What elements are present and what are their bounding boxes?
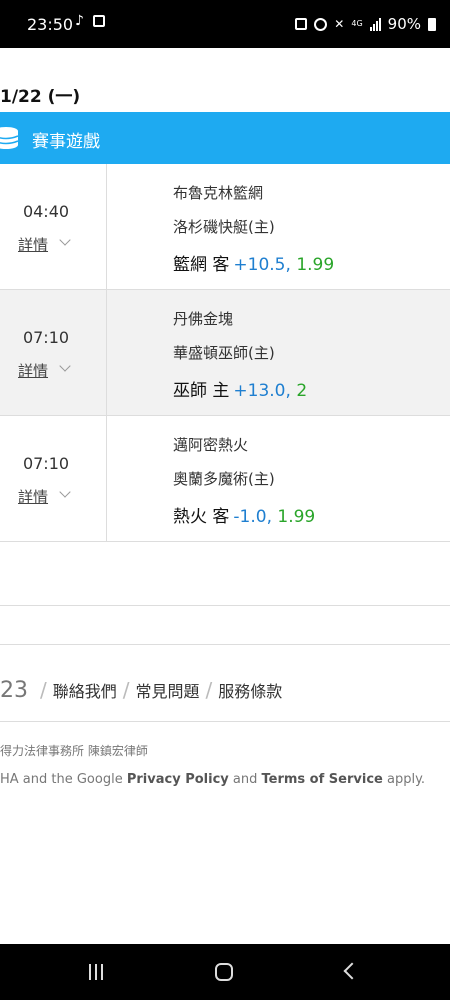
pick-team: 熱火 客 [173,507,230,527]
recaptcha-notice: HA and the Google Privacy Policy and Ter… [0,772,425,787]
system-nav-bar [0,944,450,1000]
date-header: 1/22 (一) [0,87,81,107]
odds-value: 2 [296,381,308,401]
law-firm-notice: 得力法律事務所 陳鎮宏律師 [0,744,148,758]
captcha-apply: apply. [386,772,426,787]
column-divider [106,164,107,289]
divider [0,644,450,645]
column-divider [106,290,107,415]
odds-value: 1.99 [296,255,335,275]
game-row: 07:10 詳情 邁阿密熱火 奧蘭多魔術(主) 熱火 客 -1.0, 1.99 [0,416,450,542]
terms-of-service-link[interactable]: Terms of Service [262,772,383,787]
tiktok-icon: ♪ [75,13,84,29]
pick-team: 籃網 客 [173,255,230,275]
mute-icon: ✕ [334,17,345,31]
away-team: 布魯克林籃網 [173,184,264,202]
divider [0,721,450,722]
column-divider [106,416,107,541]
network-type-icon: 4G [351,19,363,28]
footer-links: 23 / 聯絡我們 / 常見問題 / 服務條款 [0,678,282,703]
game-row: 04:40 詳情 布魯克林籃網 洛杉磯快艇(主) 籃網 客 +10.5, 1.99 [0,164,450,290]
terms-link[interactable]: 服務條款 [218,682,282,701]
pick-line: 籃網 客 +10.5, 1.99 [173,250,334,275]
captcha-and: and [232,772,258,787]
pick-line: 熱火 客 -1.0, 1.99 [173,502,315,527]
details-link[interactable]: 詳情 [18,486,48,507]
battery-icon [428,17,436,31]
coins-icon [0,127,19,149]
chevron-down-icon[interactable] [59,360,71,372]
separator: / [205,678,213,702]
contact-us-link[interactable]: 聯絡我們 [53,682,117,701]
status-time: 23:50 [27,15,74,34]
home-icon[interactable] [215,963,233,981]
signal-icon [369,17,381,31]
game-time: 04:40 [22,202,70,221]
home-team: 華盛頓巫師(主) [173,344,275,362]
chevron-down-icon[interactable] [59,234,71,246]
home-team: 奧蘭多魔術(主) [173,470,275,488]
spread-value: +10.5, [233,255,291,275]
odds-value: 1.99 [277,507,316,527]
back-icon[interactable] [343,962,361,980]
chevron-down-icon[interactable] [59,486,71,498]
pick-team: 巫師 主 [173,381,230,401]
separator: / [122,678,130,702]
alarm-icon [314,17,328,31]
pick-line: 巫師 主 +13.0, 2 [173,376,307,401]
spread-value: -1.0, [233,507,272,527]
lock-icon [295,18,308,30]
status-right: ✕ 4G 90% [295,15,436,33]
spread-value: +13.0, [233,381,291,401]
copyright-year: 23 [0,678,28,703]
app-notification-icon [92,15,105,27]
privacy-policy-link[interactable]: Privacy Policy [127,772,229,787]
captcha-prefix: HA and the Google [0,772,123,787]
notification-icons: ♪ [75,14,105,28]
game-time: 07:10 [22,328,70,347]
battery-percent: 90% [387,15,421,33]
divider [0,605,450,606]
home-team: 洛杉磯快艇(主) [173,218,275,236]
status-bar: 23:50 ♪ ✕ 4G 90% [0,0,450,48]
recent-apps-icon[interactable] [89,964,103,980]
away-team: 邁阿密熱火 [173,436,249,454]
details-link[interactable]: 詳情 [18,234,48,255]
away-team: 丹佛金塊 [173,310,234,328]
game-time: 07:10 [22,454,70,473]
game-row: 07:10 詳情 丹佛金塊 華盛頓巫師(主) 巫師 主 +13.0, 2 [0,290,450,416]
faq-link[interactable]: 常見問題 [136,682,200,701]
separator: / [40,678,47,702]
section-title: 賽事遊戲 [32,132,100,152]
section-header: 賽事遊戲 [0,112,450,164]
details-link[interactable]: 詳情 [18,360,48,381]
